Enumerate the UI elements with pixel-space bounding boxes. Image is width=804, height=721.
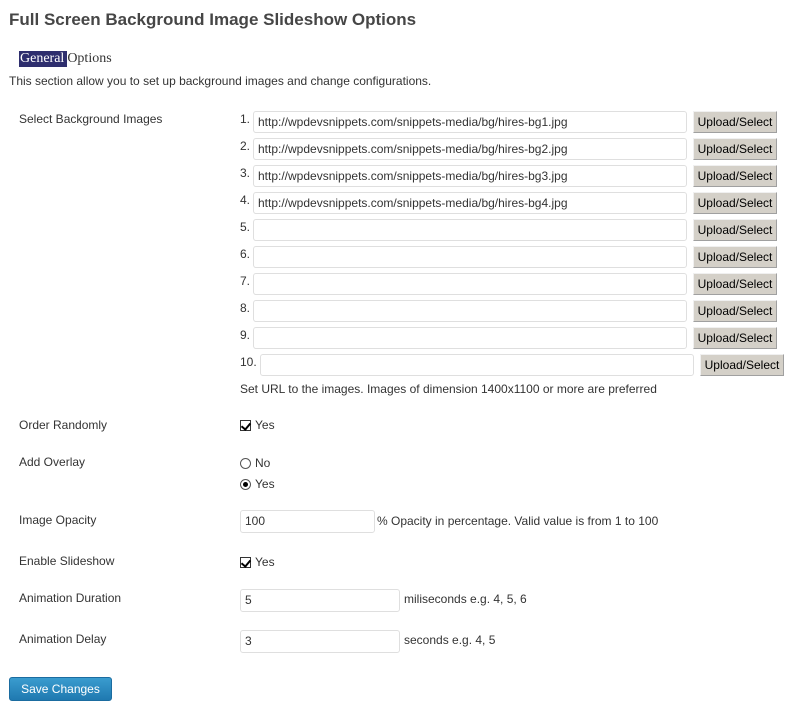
save-changes-button[interactable]: Save Changes [9, 677, 112, 701]
row-number: 9. [240, 328, 251, 342]
upload-select-button-9[interactable]: Upload/Select [693, 327, 777, 349]
enable-slideshow-checkbox[interactable]: Yes [240, 555, 275, 569]
section-heading-rest: Options [67, 51, 112, 66]
animation-duration-hint: miliseconds e.g. 4, 5, 6 [404, 592, 527, 606]
row-number: 4. [240, 193, 251, 207]
overlay-option-no: No [255, 456, 271, 470]
row-number: 8. [240, 301, 251, 315]
row-number: 1. [240, 112, 251, 126]
checkbox-checked-icon[interactable] [240, 419, 251, 431]
animation-delay-hint: seconds e.g. 4, 5 [404, 633, 496, 647]
image-url-input-7[interactable] [253, 273, 687, 295]
image-url-input-1[interactable]: http://wpdevsnippets.com/snippets-media/… [253, 111, 687, 133]
radio-unselected-icon[interactable] [240, 457, 251, 469]
overlay-radio-yes[interactable]: Yes [240, 477, 275, 491]
image-url-input-3[interactable]: http://wpdevsnippets.com/snippets-media/… [253, 165, 687, 187]
animation-duration-input[interactable]: 5 [240, 589, 400, 612]
background-images-label: Select Background Images [19, 112, 163, 126]
row-number: 2. [240, 139, 251, 153]
row-number: 5. [240, 220, 251, 234]
section-description: This section allow you to set up backgro… [9, 74, 432, 88]
image-opacity-hint: % Opacity in percentage. Valid value is … [377, 514, 659, 528]
animation-duration-label: Animation Duration [19, 591, 122, 605]
add-overlay-label: Add Overlay [19, 455, 86, 469]
upload-select-button-10[interactable]: Upload/Select [700, 354, 784, 376]
image-url-input-6[interactable] [253, 246, 687, 268]
enable-slideshow-option: Yes [255, 555, 275, 569]
row-number: 7. [240, 274, 251, 288]
page-title: Full Screen Background Image Slideshow O… [9, 10, 417, 29]
upload-select-button-8[interactable]: Upload/Select [693, 300, 777, 322]
row-number: 3. [240, 166, 251, 180]
checkbox-checked-icon[interactable] [240, 556, 251, 568]
upload-select-button-4[interactable]: Upload/Select [693, 192, 777, 214]
upload-select-button-7[interactable]: Upload/Select [693, 273, 777, 295]
order-randomly-option: Yes [255, 418, 275, 432]
image-url-input-5[interactable] [253, 219, 687, 241]
upload-select-button-6[interactable]: Upload/Select [693, 246, 777, 268]
enable-slideshow-label: Enable Slideshow [19, 554, 115, 568]
overlay-radio-no[interactable]: No [240, 456, 270, 470]
image-opacity-input[interactable]: 100 [240, 510, 375, 533]
upload-select-button-2[interactable]: Upload/Select [693, 138, 777, 160]
image-opacity-label: Image Opacity [19, 513, 97, 527]
upload-select-button-1[interactable]: Upload/Select [693, 111, 777, 133]
section-heading: General Options [19, 51, 112, 67]
animation-delay-input[interactable]: 3 [240, 630, 400, 653]
upload-select-button-3[interactable]: Upload/Select [693, 165, 777, 187]
image-url-input-4[interactable]: http://wpdevsnippets.com/snippets-media/… [253, 192, 687, 214]
image-url-input-9[interactable] [253, 327, 687, 349]
image-url-input-8[interactable] [253, 300, 687, 322]
overlay-option-yes: Yes [255, 477, 275, 491]
radio-selected-icon[interactable] [240, 478, 251, 490]
section-heading-highlight: General [19, 51, 68, 67]
order-randomly-label: Order Randomly [19, 418, 108, 432]
image-url-input-10[interactable] [260, 354, 694, 376]
order-randomly-checkbox[interactable]: Yes [240, 418, 275, 432]
row-number: 6. [240, 247, 251, 261]
images-help-text: Set URL to the images. Images of dimensi… [240, 382, 657, 396]
row-number: 10. [240, 355, 257, 369]
upload-select-button-5[interactable]: Upload/Select [693, 219, 777, 241]
animation-delay-label: Animation Delay [19, 632, 107, 646]
image-url-input-2[interactable]: http://wpdevsnippets.com/snippets-media/… [253, 138, 687, 160]
